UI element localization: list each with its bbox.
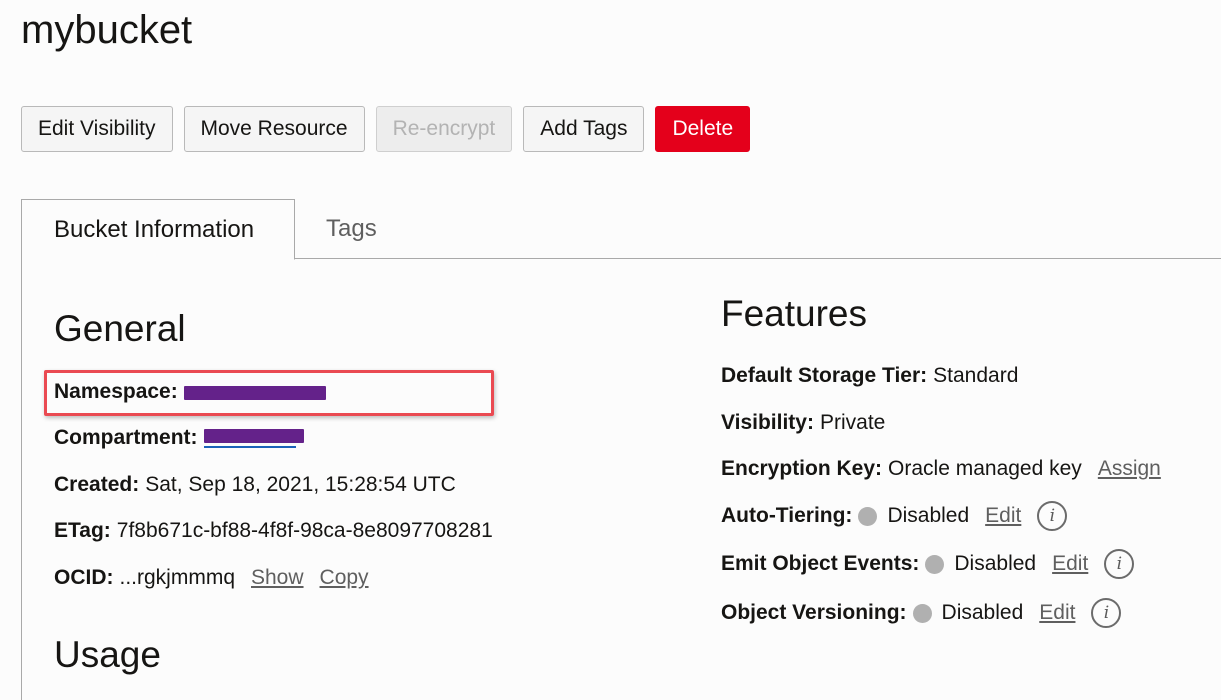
- ocid-show-link[interactable]: Show: [251, 566, 304, 590]
- add-tags-button[interactable]: Add Tags: [523, 106, 645, 152]
- auto-tiering-value: Disabled: [887, 504, 970, 527]
- created-label: Created:: [54, 473, 140, 496]
- visibility-value: Private: [819, 411, 886, 434]
- status-dot-icon: [912, 603, 932, 623]
- redaction-bar: [203, 429, 304, 443]
- namespace-label: Namespace:: [54, 380, 178, 403]
- visibility-label: Visibility:: [721, 411, 814, 434]
- general-heading: General: [54, 308, 186, 349]
- namespace-value: [183, 381, 326, 403]
- compartment-link[interactable]: [203, 427, 304, 449]
- encryption-key-label: Encryption Key:: [721, 457, 883, 480]
- ocid-copy-link[interactable]: Copy: [320, 566, 369, 590]
- link-underline: [203, 446, 296, 448]
- object-versioning-row: Object Versioning: Disabled Edit i: [721, 598, 1122, 628]
- re-encrypt-button: Re-encrypt: [375, 106, 513, 152]
- info-icon[interactable]: i: [1104, 549, 1135, 579]
- etag-row: ETag: 7f8b671c-bf88-4f8f-98ca-8e80977082…: [54, 519, 493, 543]
- edit-visibility-button[interactable]: Edit Visibility: [21, 106, 173, 152]
- delete-button[interactable]: Delete: [655, 106, 751, 152]
- tab-tags[interactable]: Tags: [326, 199, 377, 259]
- etag-value: 7f8b671c-bf88-4f8f-98ca-8e8097708281: [116, 519, 493, 542]
- created-value: Sat, Sep 18, 2021, 15:28:54 UTC: [145, 473, 456, 496]
- ocid-row: OCID: ...rgkjmmmq Show Copy: [54, 566, 369, 590]
- info-icon[interactable]: i: [1037, 501, 1068, 531]
- redaction-bar: [183, 386, 326, 400]
- tab-bucket-information[interactable]: Bucket Information: [21, 199, 295, 260]
- status-dot-icon: [858, 506, 878, 526]
- info-icon[interactable]: i: [1091, 598, 1122, 628]
- encryption-key-assign-link[interactable]: Assign: [1098, 457, 1161, 481]
- status-dot-icon: [925, 554, 945, 574]
- usage-heading: Usage: [54, 634, 161, 675]
- emit-object-events-value: Disabled: [954, 552, 1037, 575]
- compartment-label: Compartment:: [54, 426, 198, 449]
- encryption-key-row: Encryption Key: Oracle managed key Assig…: [721, 457, 1161, 481]
- default-storage-tier-row: Default Storage Tier: Standard: [721, 364, 1018, 388]
- object-versioning-label: Object Versioning:: [721, 601, 907, 624]
- visibility-row: Visibility: Private: [721, 411, 885, 435]
- created-row: Created: Sat, Sep 18, 2021, 15:28:54 UTC: [54, 473, 456, 497]
- action-toolbar: Edit Visibility Move Resource Re-encrypt…: [21, 106, 751, 152]
- auto-tiering-edit-link[interactable]: Edit: [985, 504, 1021, 528]
- default-storage-tier-label: Default Storage Tier:: [721, 364, 928, 387]
- tab-panel-border: [21, 259, 22, 700]
- object-versioning-value: Disabled: [941, 601, 1024, 624]
- ocid-value: ...rgkjmmmq: [119, 566, 236, 589]
- object-versioning-edit-link[interactable]: Edit: [1039, 601, 1075, 625]
- etag-label: ETag:: [54, 519, 111, 542]
- features-heading: Features: [721, 293, 868, 334]
- compartment-row: Compartment:: [54, 426, 304, 450]
- page-title: mybucket: [21, 8, 193, 52]
- move-resource-button[interactable]: Move Resource: [183, 106, 365, 152]
- emit-object-events-edit-link[interactable]: Edit: [1052, 552, 1088, 576]
- auto-tiering-row: Auto-Tiering: Disabled Edit i: [721, 501, 1068, 531]
- tab-strip: Bucket Information Tags: [21, 199, 1221, 260]
- namespace-row: Namespace:: [54, 380, 326, 404]
- auto-tiering-label: Auto-Tiering:: [721, 504, 853, 527]
- emit-object-events-label: Emit Object Events:: [721, 552, 920, 575]
- default-storage-tier-value: Standard: [933, 364, 1019, 387]
- emit-object-events-row: Emit Object Events: Disabled Edit i: [721, 549, 1135, 579]
- ocid-label: OCID:: [54, 566, 114, 589]
- encryption-key-value: Oracle managed key: [888, 457, 1082, 480]
